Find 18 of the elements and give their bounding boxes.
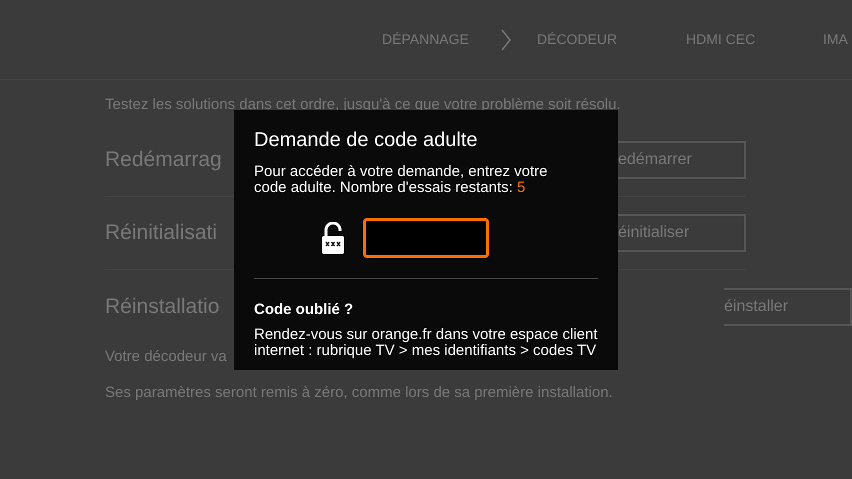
action-button[interactable]: éinstaller (724, 288, 852, 326)
solution-title: Réinitialisati (105, 220, 218, 246)
note-text: Ses paramètres seront remis à zéro, comme lors de sa première installation. (105, 382, 613, 402)
help-text: Rendez-vous sur orange.fr dans votre espace client internet : rubrique TV > mes identifiants > codes TV (254, 326, 599, 358)
breadcrumb-item[interactable]: DÉPANNAGE (382, 30, 469, 46)
solution-title: Réinstallatio (105, 294, 220, 320)
lock-icon (322, 222, 344, 254)
nav-tab[interactable]: DÉCODEUR (537, 30, 618, 46)
solution-title: Redémarrag (105, 147, 222, 174)
code-input[interactable] (363, 218, 489, 258)
note-text: Votre décodeur va (105, 347, 227, 367)
instruction-text: Testez les solutions dans cet ordre, jusqu'à ce que votre problème soit résolu. (105, 95, 621, 115)
message-text: Pour accéder à votre demande, entrez votre code adulte. Nombre d'essais restants: 5 (254, 164, 548, 196)
forgot-code-heading: Code oublié ? (254, 300, 354, 320)
nav-tab[interactable]: HDMI CEC (686, 30, 756, 46)
nav-tab[interactable]: IMA (823, 30, 848, 46)
chevron-right-icon (500, 28, 512, 50)
dialog-title: Demande de code adulte (254, 128, 478, 152)
